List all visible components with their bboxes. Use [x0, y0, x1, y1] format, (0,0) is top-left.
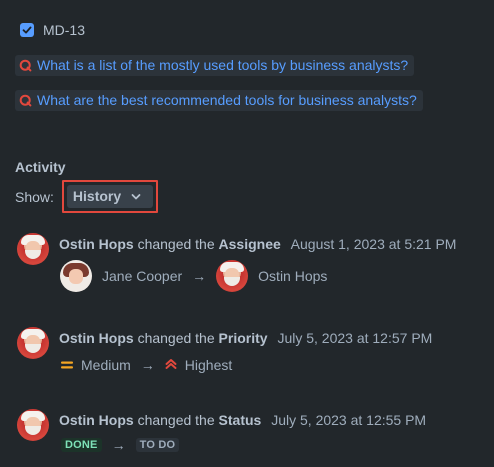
changed-field: Priority: [218, 330, 268, 346]
author-name[interactable]: Ostin Hops: [59, 412, 134, 428]
avatar: [60, 260, 92, 292]
change-verb: changed the: [137, 412, 215, 428]
new-priority: Highest: [184, 357, 233, 373]
activity-filter-row: Show: History: [15, 180, 159, 213]
old-status-lozenge: DONE: [61, 438, 102, 452]
change-date: July 5, 2023 at 12:57 PM: [277, 330, 433, 346]
linked-issue-row[interactable]: MD-13: [20, 22, 85, 38]
change-verb: changed the: [137, 236, 215, 252]
assignee-change: Jane Cooper → Ostin Hops: [60, 260, 327, 292]
new-assignee: Ostin Hops: [258, 268, 328, 284]
status-change: DONE → TO DO: [61, 437, 180, 453]
history-entry-header: Ostin Hops changed the Assignee August 1…: [59, 236, 456, 252]
question-text[interactable]: What is a list of the mostly used tools …: [37, 57, 408, 73]
show-label: Show:: [15, 188, 54, 205]
issue-activity-panel: MD-13 What is a list of the mostly used …: [0, 0, 494, 467]
question-link-1[interactable]: What is a list of the mostly used tools …: [15, 55, 415, 76]
question-icon: [18, 58, 32, 72]
avatar: [17, 409, 49, 441]
changed-field: Assignee: [218, 236, 281, 252]
filter-value: History: [72, 188, 122, 204]
arrow-right-icon: →: [192, 268, 207, 284]
priority-change: Medium → Highest: [61, 357, 232, 373]
new-status-lozenge: TO DO: [135, 438, 180, 452]
change-date: August 1, 2023 at 5:21 PM: [290, 236, 457, 252]
avatar: [216, 260, 249, 292]
question-text[interactable]: What are the best recommended tools for …: [37, 92, 417, 108]
question-link-2[interactable]: What are the best recommended tools for …: [15, 90, 423, 111]
history-entry-header: Ostin Hops changed the Status July 5, 20…: [59, 412, 426, 428]
activity-filter-dropdown[interactable]: History: [66, 185, 154, 208]
checkbox-icon[interactable]: [20, 23, 34, 37]
filter-highlight: History: [61, 180, 159, 213]
arrow-right-icon: →: [140, 357, 155, 373]
old-assignee: Jane Cooper: [102, 268, 183, 284]
history-entry-header: Ostin Hops changed the Priority July 5, …: [59, 330, 432, 346]
activity-heading: Activity: [15, 159, 66, 175]
change-date: July 5, 2023 at 12:55 PM: [271, 412, 427, 428]
change-verb: changed the: [137, 330, 215, 346]
avatar: [17, 327, 49, 359]
arrow-right-icon: →: [111, 437, 126, 453]
priority-highest-icon: [165, 357, 177, 373]
changed-field: Status: [218, 412, 262, 428]
avatar: [17, 233, 49, 265]
priority-medium-icon: [61, 357, 73, 373]
chevron-down-icon: [131, 188, 141, 204]
author-name[interactable]: Ostin Hops: [59, 236, 134, 252]
question-icon: [18, 93, 32, 107]
old-priority: Medium: [81, 357, 131, 373]
author-name[interactable]: Ostin Hops: [59, 330, 134, 346]
linked-issue-key[interactable]: MD-13: [43, 22, 85, 38]
